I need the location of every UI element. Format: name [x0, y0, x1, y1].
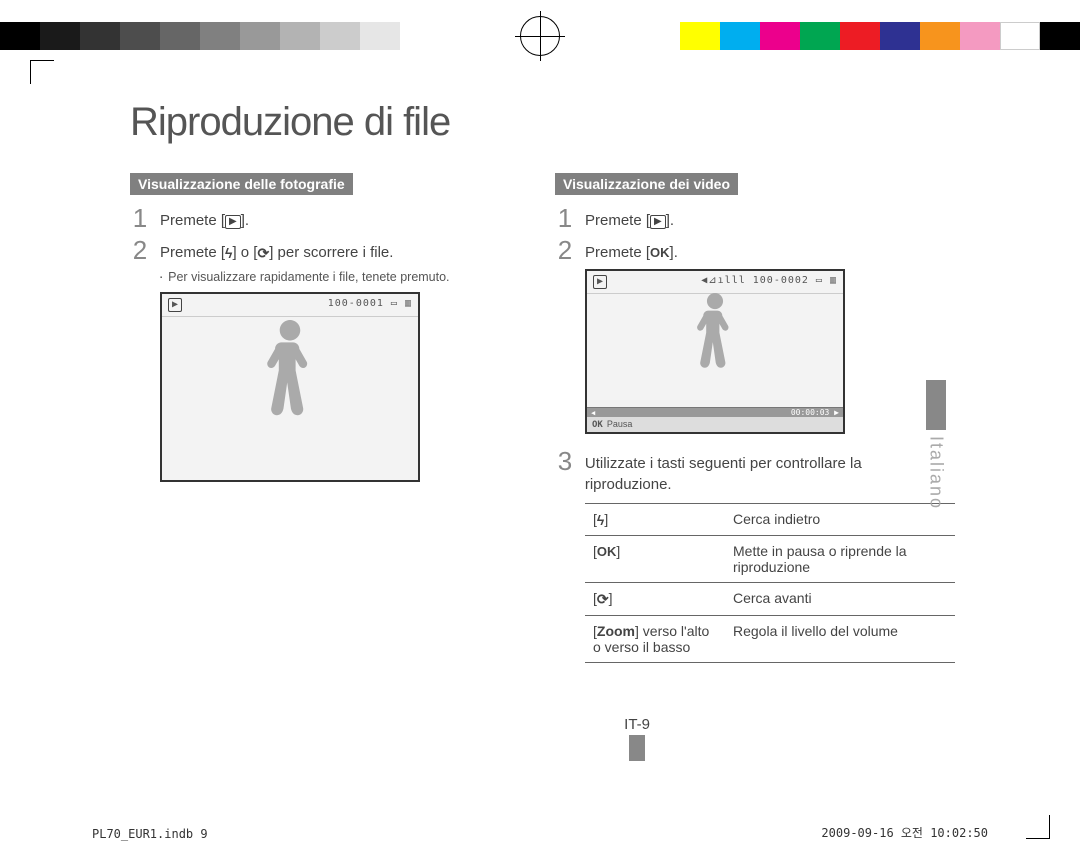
step-text: Premete [ — [585, 244, 650, 261]
step-text: Premete [ — [160, 212, 225, 229]
ok-icon: OK — [592, 420, 603, 430]
video-caption-bar: OK Pausa — [587, 417, 843, 432]
footer-filename: PL70_EUR1.indb 9 — [92, 827, 208, 841]
frame-counter: 100-0001 ▭ ▥ — [328, 298, 412, 312]
control-key: [Zoom] verso l'alto o verso il basso — [585, 616, 725, 663]
crop-mark-icon — [30, 60, 54, 84]
step-number: 1 — [130, 205, 150, 231]
video-timecode: 00:00:03 — [791, 408, 830, 417]
timer-icon: ⟳ — [257, 244, 269, 264]
color-swatch — [160, 22, 200, 50]
color-swatch — [360, 22, 400, 50]
video-controls-table: [ϟ]Cerca indietro[OK]Mette in pausa o ri… — [585, 503, 955, 663]
page-title: Riproduzione di file — [130, 100, 950, 145]
color-swatch — [0, 22, 40, 50]
color-swatch — [920, 22, 960, 50]
control-description: Cerca avanti — [725, 583, 955, 616]
ok-icon: OK — [650, 244, 670, 262]
color-swatch — [240, 22, 280, 50]
camera-preview-video: ▶ ◀⊿ılll 100-0002 ▭ ▥ 00:00:03 ▶ OK Pausa — [585, 269, 845, 434]
section-header-video: Visualizzazione dei video — [555, 173, 738, 195]
step-number: 3 — [555, 448, 575, 474]
color-swatch — [800, 22, 840, 50]
step-text: ] per scorrere i file. — [269, 244, 393, 261]
step-row: 2 Premete [OK]. — [555, 237, 950, 263]
video-progress-bar: 00:00:03 ▶ — [587, 407, 843, 417]
table-row: [OK]Mette in pausa o riprende la riprodu… — [585, 536, 955, 583]
step-text: Utilizzate i tasti seguenti per controll… — [585, 448, 950, 495]
registration-mark-icon — [520, 16, 560, 56]
step-text: Premete [ — [160, 244, 225, 261]
color-swatch — [680, 22, 720, 50]
control-description: Mette in pausa o riprende la riproduzion… — [725, 536, 955, 583]
flash-icon: ϟ — [597, 512, 604, 528]
printer-colorbar — [0, 22, 1080, 50]
step-row: 2 Premete [ϟ] o [⟳] per scorrere i file. — [130, 237, 525, 264]
play-icon: ▶ — [650, 215, 666, 229]
section-header-photos: Visualizzazione delle fotografie — [130, 173, 353, 195]
timer-icon: ⟳ — [597, 591, 609, 608]
table-row: [ϟ]Cerca indietro — [585, 504, 955, 536]
color-swatch — [1040, 22, 1080, 50]
step-text: ]. — [670, 244, 678, 261]
color-swatch — [880, 22, 920, 50]
step-note: Per visualizzare rapidamente i file, ten… — [160, 270, 525, 284]
color-swatch — [40, 22, 80, 50]
control-description: Regola il livello del volume — [725, 616, 955, 663]
step-row: 1 Premete [▶]. — [130, 205, 525, 231]
control-key: [⟳] — [585, 583, 725, 616]
play-icon: ▶ — [593, 275, 607, 289]
step-text: ]. — [666, 212, 674, 229]
step-number: 2 — [130, 237, 150, 263]
color-swatch — [120, 22, 160, 50]
step-number: 1 — [555, 205, 575, 231]
table-row: [Zoom] verso l'alto o verso il bassoRego… — [585, 616, 955, 663]
ok-icon: OK — [597, 544, 617, 559]
camera-preview-photo: ▶ 100-0001 ▭ ▥ — [160, 292, 420, 482]
play-icon: ▶ — [225, 215, 241, 229]
silhouette-icon — [262, 320, 318, 432]
control-key: [OK] — [585, 536, 725, 583]
color-swatch — [760, 22, 800, 50]
crop-mark-icon — [1026, 815, 1050, 839]
control-description: Cerca indietro — [725, 504, 955, 536]
color-swatch — [720, 22, 760, 50]
language-label: Italiano — [926, 436, 947, 510]
language-tab: Italiano — [922, 380, 950, 510]
step-row: 1 Premete [▶]. — [555, 205, 950, 231]
color-swatch — [320, 22, 360, 50]
color-swatch — [1000, 22, 1040, 50]
color-swatch — [200, 22, 240, 50]
step-number: 2 — [555, 237, 575, 263]
play-icon: ▶ — [168, 298, 182, 312]
color-swatch — [280, 22, 320, 50]
step-row: 3 Utilizzate i tasti seguenti per contro… — [555, 448, 950, 495]
frame-status: ◀⊿ılll 100-0002 ▭ ▥ — [701, 275, 837, 289]
color-swatch — [960, 22, 1000, 50]
zoom-label: Zoom — [597, 623, 635, 639]
step-text: Premete [ — [585, 212, 650, 229]
page-number: IT-9 — [624, 716, 650, 761]
table-row: [⟳]Cerca avanti — [585, 583, 955, 616]
step-text: ] o [ — [232, 244, 257, 261]
caption-text: Pausa — [607, 419, 633, 429]
silhouette-icon — [693, 293, 737, 381]
step-text: ]. — [241, 212, 249, 229]
color-swatch — [80, 22, 120, 50]
footer-timestamp: 2009-09-16 오전 10:02:50 — [821, 824, 988, 841]
color-swatch — [840, 22, 880, 50]
control-key: [ϟ] — [585, 504, 725, 536]
